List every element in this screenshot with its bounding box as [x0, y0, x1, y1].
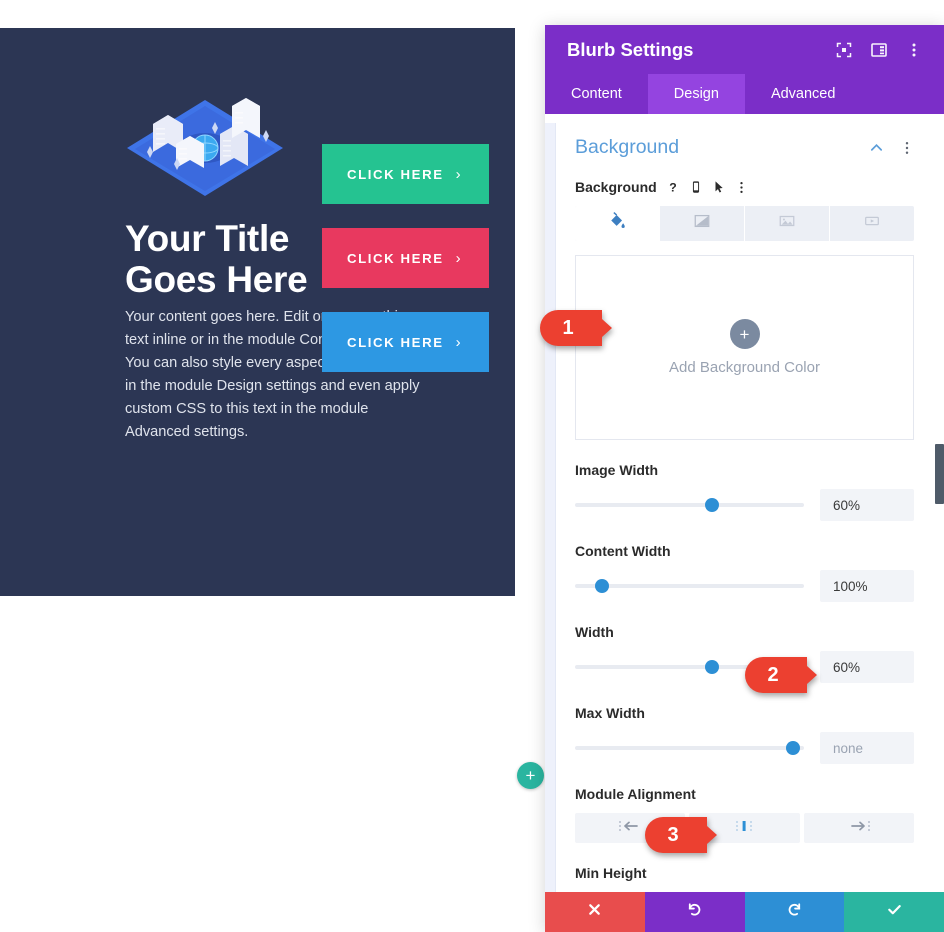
panel-resize-handle[interactable] — [545, 123, 556, 892]
field-min-height: Min Height — [575, 865, 914, 881]
panel-header: Blurb Settings — [545, 25, 944, 74]
field-max-width: Max Width none — [575, 705, 914, 764]
tab-advanced[interactable]: Advanced — [745, 74, 862, 114]
add-background-color-dropzone[interactable]: + Add Background Color — [575, 255, 914, 440]
paint-bucket-icon — [608, 212, 626, 235]
slider-thumb[interactable] — [595, 579, 610, 593]
background-gradient-tab[interactable] — [660, 206, 745, 241]
image-width-slider[interactable] — [575, 497, 804, 513]
align-left-icon — [617, 818, 643, 839]
slider-track — [575, 503, 804, 507]
field-label: Module Alignment — [575, 786, 696, 802]
chevron-right-icon: › — [455, 165, 461, 183]
background-video-tab[interactable] — [830, 206, 914, 241]
background-type-tabs — [575, 206, 914, 241]
slider-thumb[interactable] — [785, 741, 800, 755]
panel-action-bar — [545, 892, 944, 932]
fullscreen-icon[interactable] — [836, 42, 852, 58]
redo-button[interactable] — [744, 892, 845, 932]
panel-title: Blurb Settings — [567, 38, 694, 60]
slider-thumb[interactable] — [705, 660, 720, 674]
check-icon — [886, 901, 903, 923]
more-vertical-icon[interactable] — [900, 141, 914, 155]
tab-design[interactable]: Design — [647, 74, 745, 114]
hero-title-line-1: Your Title — [125, 218, 290, 259]
field-label: Content Width — [575, 543, 671, 559]
dropzone-label: Add Background Color — [669, 359, 820, 376]
chevron-up-icon[interactable] — [869, 140, 884, 155]
step-badge-3: 3 — [645, 817, 717, 853]
cta-button-blue[interactable]: CLICK HERE › — [322, 312, 489, 372]
chevron-right-icon: › — [455, 249, 461, 267]
video-icon — [863, 212, 881, 235]
cta-label: CLICK HERE — [347, 250, 444, 266]
gradient-icon — [693, 212, 711, 235]
section-title: Background — [575, 136, 680, 158]
badge-number: 1 — [562, 316, 574, 339]
field-image-width: Image Width 60% — [575, 462, 914, 521]
badge-number: 2 — [767, 663, 779, 686]
field-label: Min Height — [575, 865, 647, 881]
module-settings-panel: Blurb Settings Content Design Advanced B… — [545, 25, 944, 932]
scrollbar-thumb[interactable] — [935, 444, 944, 504]
close-icon — [587, 902, 602, 922]
cta-label: CLICK HERE — [347, 166, 444, 182]
mobile-icon[interactable] — [689, 180, 703, 194]
content-width-slider[interactable] — [575, 578, 804, 594]
add-module-button[interactable]: + — [517, 762, 544, 789]
field-background: Background ? + Add Background Color — [575, 179, 914, 440]
cta-button-pink[interactable]: CLICK HERE › — [322, 228, 489, 288]
cta-button-green[interactable]: CLICK HERE › — [322, 144, 489, 204]
tab-content[interactable]: Content — [545, 74, 648, 114]
background-image-tab[interactable] — [745, 206, 830, 241]
field-content-width: Content Width 100% — [575, 543, 914, 602]
align-center-icon — [731, 818, 757, 839]
section-header-background[interactable]: Background — [575, 136, 914, 159]
field-module-alignment: Module Alignment — [575, 786, 914, 843]
help-icon[interactable]: ? — [666, 180, 680, 194]
step-badge-2: 2 — [745, 657, 817, 693]
cta-label: CLICK HERE — [347, 334, 444, 350]
max-width-slider[interactable] — [575, 740, 804, 756]
plus-icon[interactable]: + — [729, 319, 760, 349]
plus-icon: + — [525, 766, 536, 785]
width-value[interactable]: 60% — [820, 651, 914, 683]
chevron-right-icon: › — [455, 333, 461, 351]
layout-panel-icon[interactable] — [871, 42, 887, 58]
cancel-button[interactable] — [545, 892, 645, 932]
save-button[interactable] — [844, 892, 944, 932]
more-vertical-icon[interactable] — [906, 42, 922, 58]
panel-tabs: Content Design Advanced — [545, 74, 944, 114]
panel-scrollbar[interactable] — [935, 114, 944, 892]
step-badge-1: 1 — [540, 310, 612, 346]
image-icon — [778, 212, 796, 235]
content-width-value[interactable]: 100% — [820, 570, 914, 602]
field-label: Image Width — [575, 462, 659, 478]
plus-glyph: + — [739, 324, 750, 344]
background-color-tab[interactable] — [575, 206, 660, 241]
max-width-value[interactable]: none — [820, 732, 914, 764]
undo-icon — [686, 901, 703, 923]
panel-scroll-area: Background Background ? + Add Background… — [545, 114, 944, 892]
align-right-icon — [846, 818, 872, 839]
slider-track — [575, 746, 804, 750]
field-label: Width — [575, 624, 614, 640]
hero-title-line-2: Goes Here — [125, 259, 308, 300]
field-label: Max Width — [575, 705, 645, 721]
badge-number: 3 — [667, 823, 679, 846]
align-right-button[interactable] — [803, 813, 914, 843]
image-width-value[interactable]: 60% — [820, 489, 914, 521]
undo-button[interactable] — [644, 892, 745, 932]
field-label: Background — [575, 179, 657, 195]
more-vertical-icon[interactable] — [735, 181, 748, 194]
isometric-city-illustration — [120, 86, 290, 204]
cursor-hover-icon[interactable] — [712, 180, 726, 194]
svg-text:?: ? — [669, 180, 676, 194]
slider-thumb[interactable] — [705, 498, 720, 512]
redo-icon — [786, 901, 803, 923]
panel-header-icons — [836, 42, 922, 58]
module-alignment-group — [575, 813, 914, 843]
